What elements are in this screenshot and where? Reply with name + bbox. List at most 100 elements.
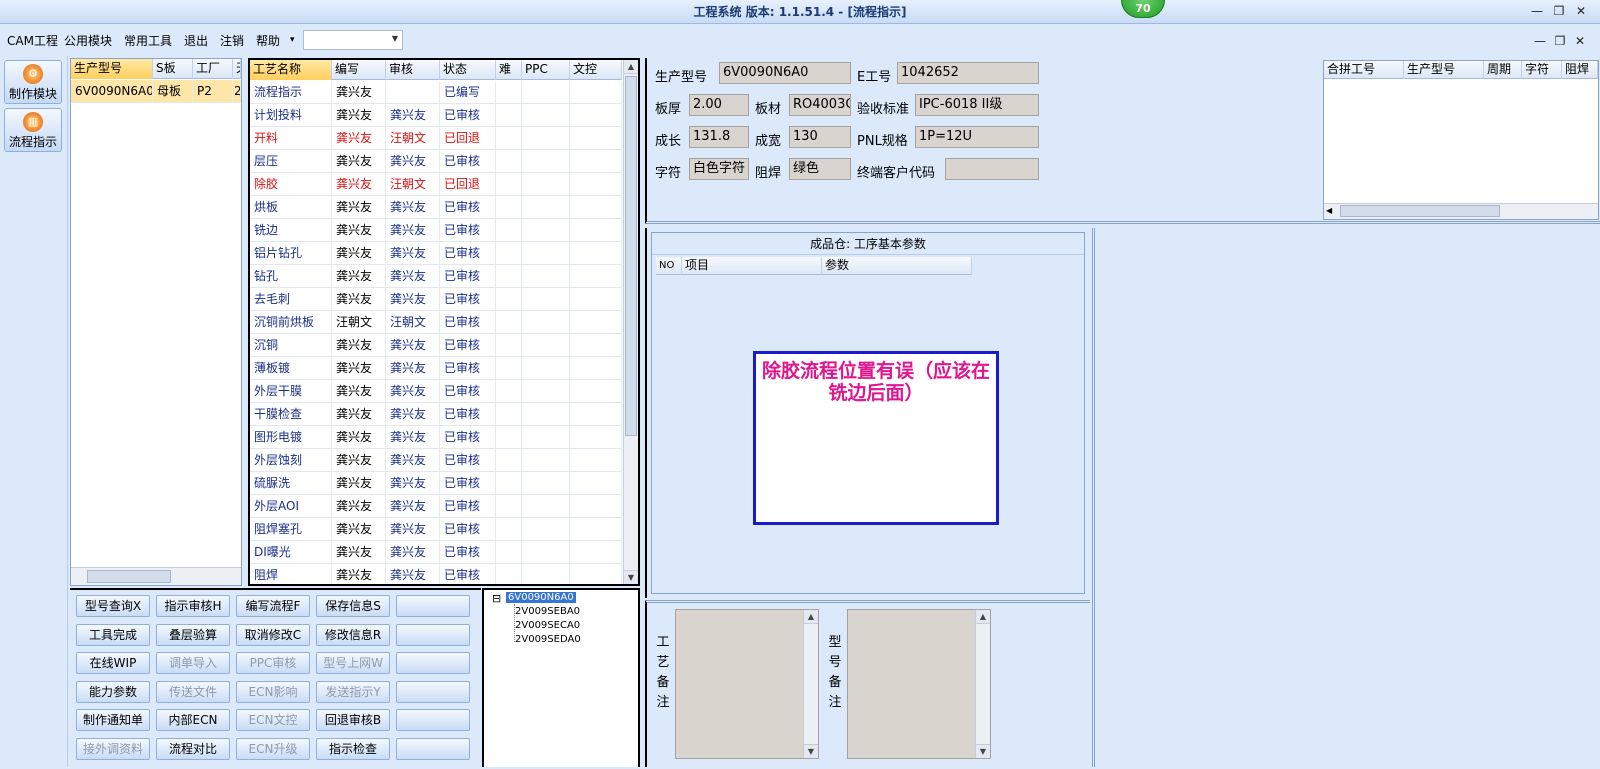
action-button[interactable]: PPC审核 (236, 652, 310, 674)
blank-button[interactable] (396, 623, 470, 646)
table-row[interactable]: 钻孔 龚兴友 龚兴友 已审核 (250, 265, 622, 288)
action-button[interactable]: 内部ECN (156, 709, 230, 731)
menu-cam[interactable]: CAM工程 (7, 32, 58, 49)
action-button[interactable]: 调单导入 (156, 652, 230, 674)
col-reviewer[interactable]: 审核 (386, 60, 440, 80)
col-merge-cycle[interactable]: 周期 (1484, 61, 1522, 79)
action-button[interactable]: 保存信息S (316, 595, 390, 617)
nav-process-guide[interactable]: ▥ 流程指示 (4, 108, 62, 152)
help-dropdown-icon[interactable]: ▾ (290, 35, 295, 45)
col-factory[interactable]: 工厂 (193, 59, 233, 79)
action-button[interactable]: 能力参数 (76, 680, 150, 703)
action-button[interactable]: 流程对比 (156, 737, 230, 760)
minimize-button[interactable]: — (1529, 3, 1545, 19)
table-row[interactable]: 外层蚀刻 龚兴友 龚兴友 已审核 (250, 449, 622, 472)
col-merge-job[interactable]: 合拼工号 (1324, 61, 1404, 79)
tree-expander-icon[interactable]: ⊟ (492, 592, 501, 605)
table-row[interactable]: 薄板镀 龚兴友 龚兴友 已审核 (250, 357, 622, 380)
action-button[interactable]: 工具完成 (76, 623, 150, 646)
tree-child-node[interactable]: 2V009SEBA0 (515, 606, 580, 617)
action-button[interactable]: 叠层验算 (156, 623, 230, 646)
col-model[interactable]: 生产型号 (71, 59, 153, 79)
standard-field[interactable]: IPC-6018 II级 (915, 94, 1039, 116)
ejob-field[interactable]: 1042652 (897, 62, 1039, 84)
action-button[interactable]: 修改信息R (316, 623, 390, 646)
table-row[interactable]: 阻焊塞孔 龚兴友 龚兴友 已审核 (250, 518, 622, 541)
col-param[interactable]: 参数 (822, 257, 972, 275)
col-merge-model[interactable]: 生产型号 (1404, 61, 1484, 79)
col-ppc[interactable]: PPC (522, 60, 570, 80)
col-difficulty[interactable]: 难 (496, 60, 522, 80)
mdi-close-button[interactable]: ✕ (1572, 33, 1588, 49)
blank-button[interactable] (396, 652, 470, 674)
pnl-field[interactable]: 1P=12U (915, 126, 1039, 148)
model-remark-field[interactable]: ▲ ▼ (847, 609, 991, 759)
col-status[interactable]: 状态 (440, 60, 496, 80)
menu-combo-box[interactable]: ▼ (303, 30, 403, 50)
table-row[interactable]: 外层干膜 龚兴友 龚兴友 已审核 (250, 380, 622, 403)
table-row[interactable]: 图形电镀 龚兴友 龚兴友 已审核 (250, 426, 622, 449)
table-row[interactable]: 除胶 龚兴友 汪朝文 已回退 (250, 173, 622, 196)
model-field[interactable]: 6V0090N6A0 (719, 62, 851, 84)
width-field[interactable]: 130 (789, 126, 851, 148)
close-button[interactable]: ✕ (1573, 3, 1589, 19)
table-row[interactable]: 外层AOI 龚兴友 龚兴友 已审核 (250, 495, 622, 518)
col-extra[interactable]: 天 (233, 59, 241, 79)
action-button[interactable]: 回退审核B (316, 709, 390, 731)
col-doc-control[interactable]: 文控 (570, 60, 622, 80)
table-row[interactable]: 阻焊 龚兴友 龚兴友 已审核 (250, 564, 622, 584)
table-row[interactable]: 干膜检查 龚兴友 龚兴友 已审核 (250, 403, 622, 426)
table-row[interactable]: 沉铜前烘板 汪朝文 汪朝文 已审核 (250, 311, 622, 334)
action-button[interactable]: ECN文控 (236, 709, 310, 731)
action-button[interactable]: 取消修改C (236, 623, 310, 646)
scroll-down-icon[interactable]: ▼ (804, 744, 818, 758)
process-remark-field[interactable]: ▲ ▼ (675, 609, 819, 759)
col-merge-char[interactable]: 字符 (1522, 61, 1562, 79)
col-no[interactable]: NO (656, 257, 682, 275)
scroll-thumb[interactable] (1340, 205, 1500, 217)
action-button[interactable]: 型号查询X (76, 595, 150, 617)
action-button[interactable]: 传送文件 (156, 680, 230, 703)
table-row[interactable]: 开料 龚兴友 汪朝文 已回退 (250, 127, 622, 150)
action-button[interactable]: 指示审核H (156, 595, 230, 617)
scroll-thumb[interactable] (87, 570, 171, 583)
table-row[interactable]: 铝片钻孔 龚兴友 龚兴友 已审核 (250, 242, 622, 265)
vertical-scrollbar[interactable]: ▲ ▼ (803, 610, 818, 758)
action-button[interactable]: 型号上网W (316, 652, 390, 674)
tree-child-node[interactable]: 2V009SEDA0 (515, 634, 581, 645)
action-button[interactable]: ECN升级 (236, 737, 310, 760)
menu-exit[interactable]: 退出 (184, 32, 208, 49)
maximize-button[interactable]: ❐ (1551, 3, 1567, 19)
scroll-thumb[interactable] (625, 76, 637, 436)
table-row[interactable]: DI曝光 龚兴友 龚兴友 已审核 (250, 541, 622, 564)
table-row[interactable]: 6V0090N6A0 母板 P2 2 (71, 80, 241, 103)
table-row[interactable]: 层压 龚兴友 龚兴友 已审核 (250, 150, 622, 173)
action-button[interactable]: 指示检查 (316, 737, 390, 760)
scroll-down-icon[interactable]: ▼ (976, 744, 990, 758)
action-button[interactable]: 制作通知单 (76, 709, 150, 731)
scroll-up-icon[interactable]: ▲ (624, 60, 638, 74)
material-field[interactable]: RO4003C (789, 94, 851, 116)
blank-button[interactable] (396, 680, 470, 703)
vertical-scrollbar[interactable]: ▲ ▼ (623, 60, 638, 584)
action-button[interactable]: 接外调资料 (76, 737, 150, 760)
customer-field[interactable] (945, 158, 1039, 180)
length-field[interactable]: 131.8 (689, 126, 749, 148)
scroll-up-icon[interactable]: ▲ (976, 610, 990, 624)
table-row[interactable]: 去毛刺 龚兴友 龚兴友 已审核 (250, 288, 622, 311)
blank-button[interactable] (396, 737, 470, 760)
menu-common-modules[interactable]: 公用模块 (64, 32, 112, 49)
action-button[interactable]: 发送指示Y (316, 680, 390, 703)
tree-root-node[interactable]: 6V0090N6A0 (506, 592, 576, 603)
menu-common-tools[interactable]: 常用工具 (124, 32, 172, 49)
col-writer[interactable]: 编写 (332, 60, 386, 80)
action-button[interactable]: 编写流程F (236, 595, 310, 617)
col-process-name[interactable]: 工艺名称 (250, 60, 332, 80)
action-button[interactable]: 在线WIP (76, 652, 150, 674)
nav-make-module[interactable]: ⚙ 制作模块 (4, 60, 62, 104)
menu-help[interactable]: 帮助 (256, 32, 280, 49)
blank-button[interactable] (396, 709, 470, 731)
table-row[interactable]: 烘板 龚兴友 龚兴友 已审核 (250, 196, 622, 219)
table-row[interactable]: 铣边 龚兴友 龚兴友 已审核 (250, 219, 622, 242)
table-row[interactable]: 计划投料 龚兴友 龚兴友 已审核 (250, 104, 622, 127)
